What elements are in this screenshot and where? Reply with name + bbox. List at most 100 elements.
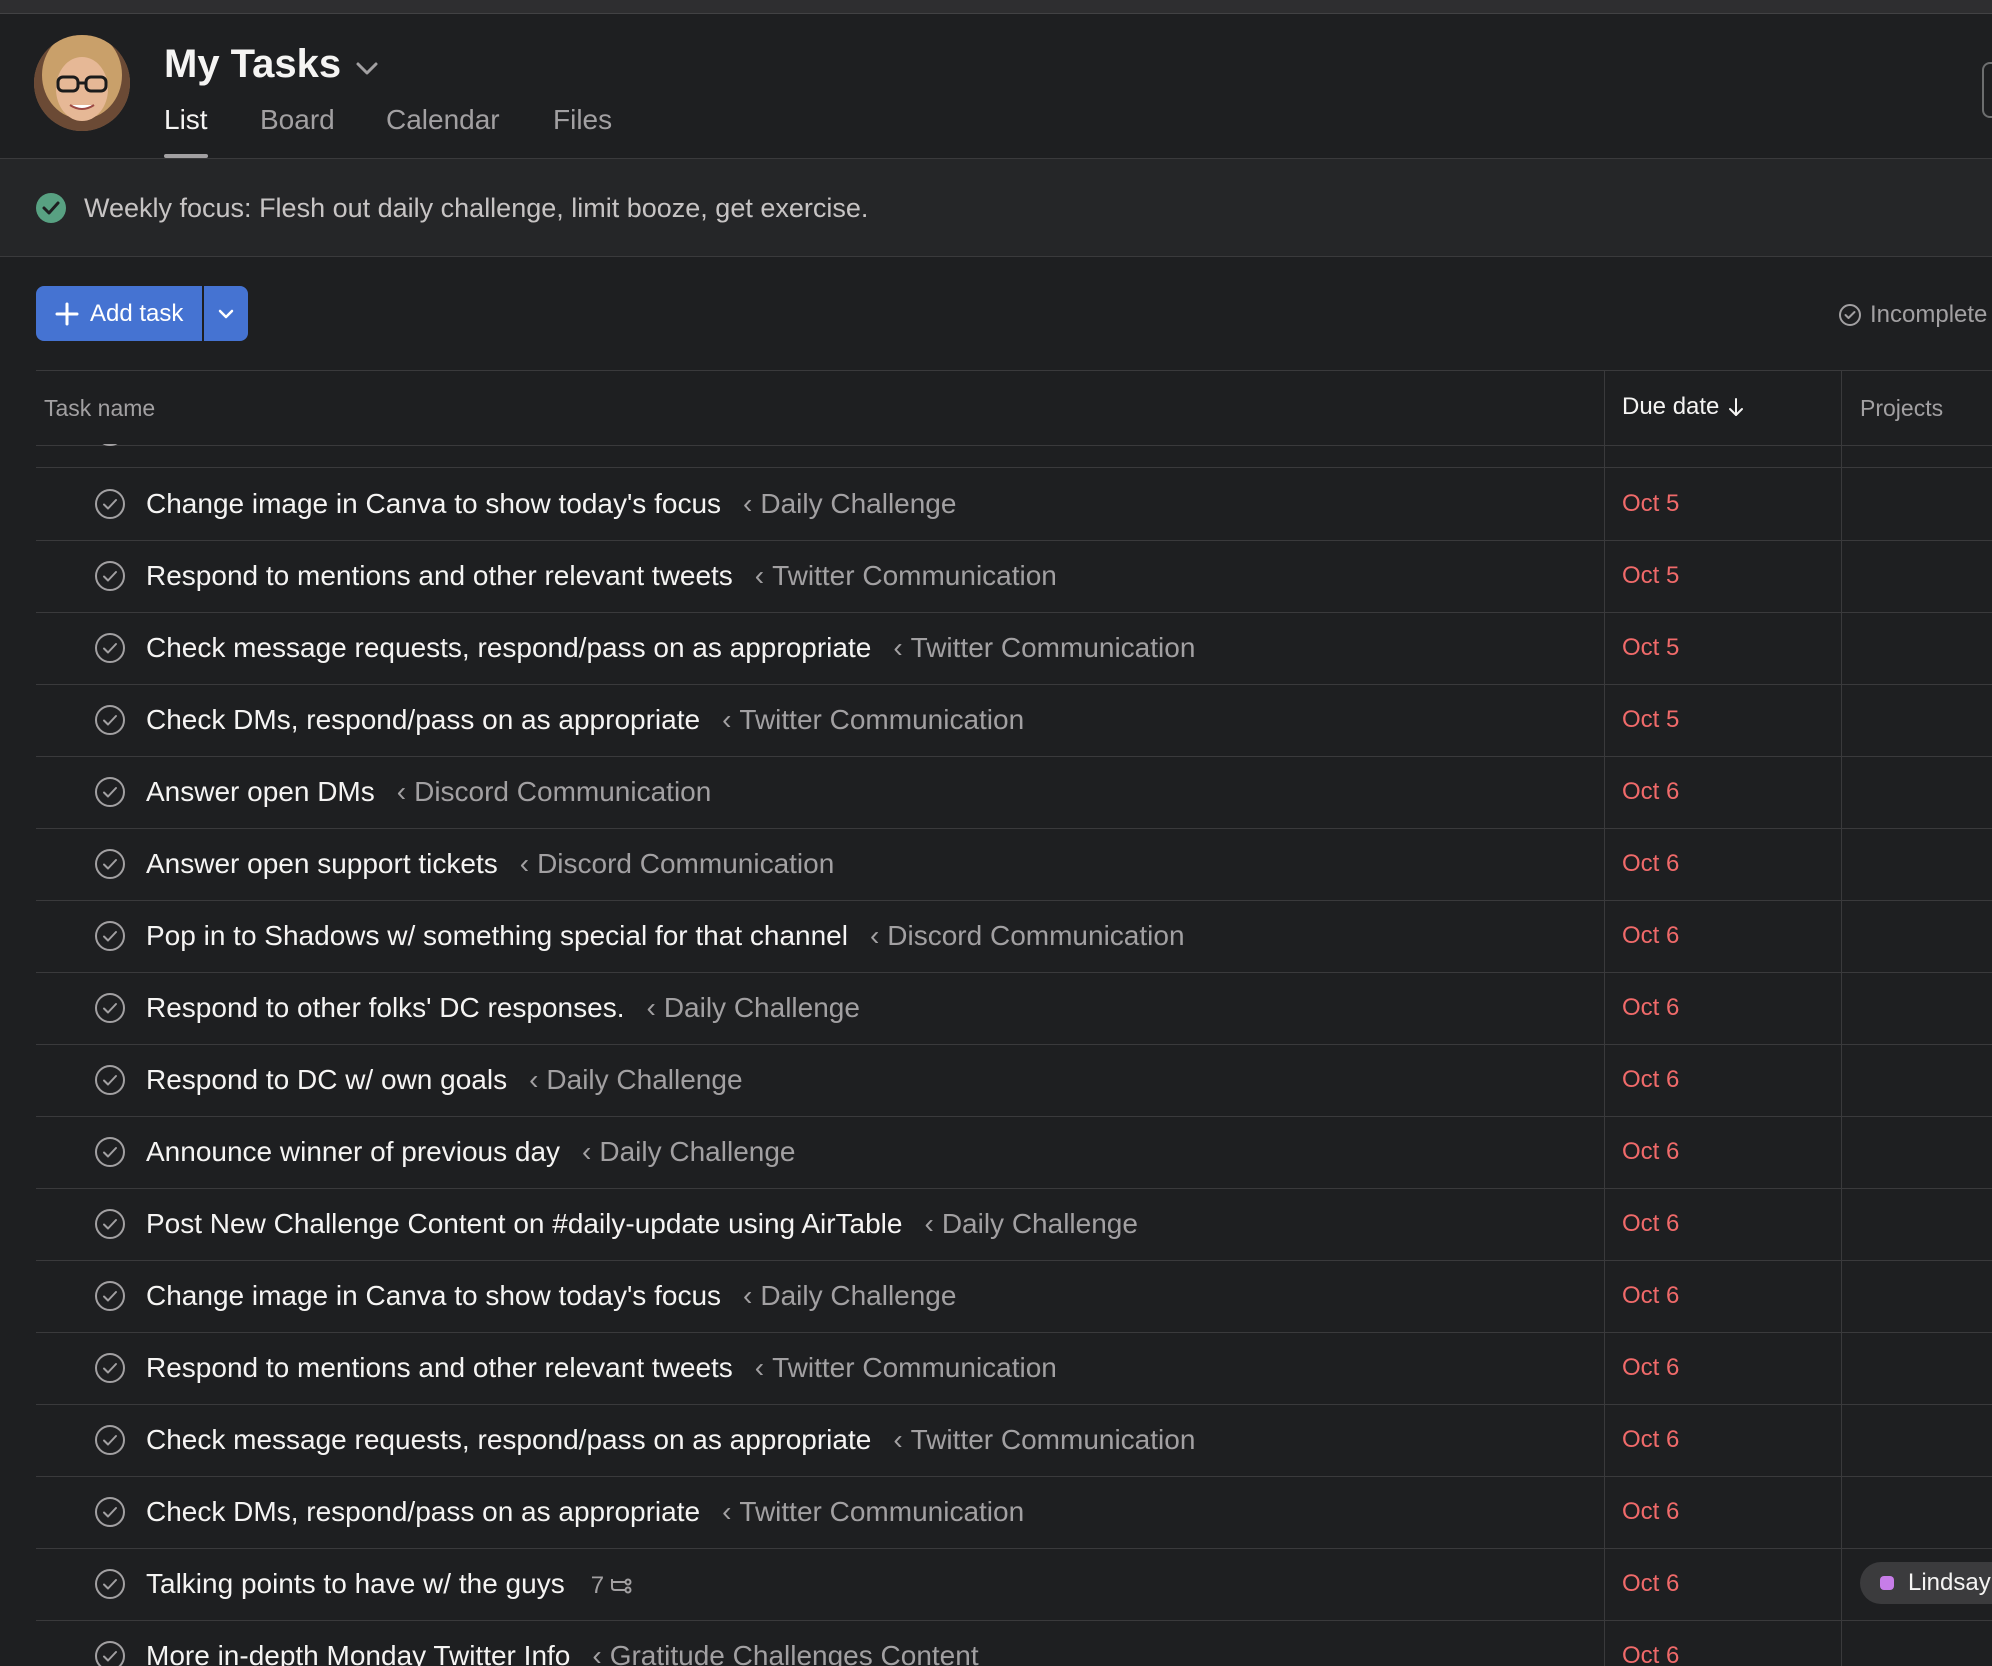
task-row[interactable]: Respond to DC w/ own goals ‹ Daily Challen…	[36, 1044, 1992, 1117]
task-name-cell[interactable]: Respond to other folks' DC responses. ‹ Da…	[146, 992, 860, 1024]
check-circle-icon[interactable]	[94, 1280, 126, 1312]
column-header-projects[interactable]: Projects	[1860, 395, 1943, 422]
parent-task-link[interactable]: ‹ Daily Challenge	[924, 1208, 1137, 1240]
parent-task-link[interactable]: ‹ Daily Challenge	[646, 992, 859, 1024]
add-task-button[interactable]: Add task	[36, 286, 202, 341]
avatar[interactable]	[34, 35, 130, 131]
task-name-cell[interactable]: Change image in Canva to show today's fo…	[146, 488, 956, 520]
check-circle-icon[interactable]	[94, 444, 126, 447]
task-name-cell[interactable]: Post New Challenge Content on #daily-upd…	[146, 1208, 1138, 1240]
parent-task-link[interactable]: ‹ Twitter Communication	[755, 560, 1057, 592]
task-name-cell[interactable]: Respond to mentions and other relevant t…	[146, 560, 1057, 592]
parent-task-link[interactable]: ‹ Discord Communication	[870, 920, 1185, 952]
due-date[interactable]: Oct 6	[1622, 1642, 1679, 1666]
parent-task-link[interactable]: ‹ Twitter Communication	[893, 1424, 1195, 1456]
task-name-cell[interactable]: Answer open support tickets ‹ Discord Comm…	[146, 848, 834, 880]
task-row[interactable]: Respond to other folks' DC responses. ‹ Da…	[36, 972, 1992, 1045]
check-circle-icon[interactable]	[94, 704, 126, 736]
task-row[interactable]: Change image in Canva to show today's fo…	[36, 1260, 1992, 1333]
chevron-down-icon[interactable]	[352, 54, 382, 84]
due-date[interactable]: Oct 6	[1622, 1570, 1679, 1598]
check-circle-icon[interactable]	[94, 488, 126, 520]
check-circle-icon[interactable]	[94, 1064, 126, 1096]
parent-task-link[interactable]: ‹ Gratitude Challenges Content	[592, 1640, 978, 1666]
task-row[interactable]: Change image in Canva to show today's fo…	[36, 468, 1992, 541]
task-row[interactable]: Pop in to Shadows w/ something special f…	[36, 900, 1992, 973]
parent-task-link[interactable]: ‹ Twitter Communication	[893, 632, 1195, 664]
project-tag[interactable]: Lindsay	[1860, 1562, 1992, 1604]
due-date[interactable]: Oct 6	[1622, 850, 1679, 878]
task-name-cell[interactable]: Check message requests, respond/pass on …	[146, 632, 1195, 664]
tab-list[interactable]: List	[164, 104, 208, 158]
task-name-cell[interactable]: Respond to DC w/ own goals ‹ Daily Challen…	[146, 1064, 743, 1096]
add-task-dropdown-button[interactable]	[204, 286, 248, 341]
subtask-count[interactable]: 7	[591, 1572, 632, 1600]
header-action-button[interactable]	[1982, 62, 1992, 118]
due-date[interactable]: Oct 5	[1622, 706, 1679, 734]
due-date[interactable]: Oct 5	[1622, 490, 1679, 518]
check-circle-icon[interactable]	[94, 848, 126, 880]
task-row[interactable]: Answer open DMs ‹ Discord Communication Oct…	[36, 756, 1992, 829]
check-circle-icon[interactable]	[94, 632, 126, 664]
incomplete-filter-button[interactable]: Incomplete	[1838, 301, 1987, 329]
parent-task-link[interactable]: ‹ Daily Challenge	[743, 1280, 956, 1312]
task-name-cell[interactable]: Talking points to have w/ the guys 7	[146, 1568, 632, 1600]
task-name-cell[interactable]: Change image in Canva to show today's fo…	[146, 1280, 956, 1312]
task-row[interactable]: Announce winner of previous day ‹ Daily Ch…	[36, 1116, 1992, 1189]
task-name-cell[interactable]: Check DMs, respond/pass on as appropriat…	[146, 704, 1024, 736]
tab-files[interactable]: Files	[553, 104, 612, 136]
check-circle-icon[interactable]	[94, 920, 126, 952]
due-date[interactable]: Oct 6	[1622, 1354, 1679, 1382]
parent-task-link[interactable]: ‹ Daily Challenge	[582, 1136, 795, 1168]
due-date[interactable]: Oct 5	[1622, 634, 1679, 662]
check-circle-icon[interactable]	[94, 1352, 126, 1384]
parent-task-link[interactable]: ‹ Twitter Communication	[722, 704, 1024, 736]
parent-task-link[interactable]: ‹ Discord Communication	[397, 776, 712, 808]
parent-task-link[interactable]: ‹ Daily Challenge	[743, 488, 956, 520]
tab-board[interactable]: Board	[260, 104, 335, 136]
task-row[interactable]: Check message requests, respond/pass on …	[36, 612, 1992, 685]
column-header-task-name[interactable]: Task name	[44, 395, 155, 422]
parent-task-link[interactable]: ‹ Twitter Communication	[722, 1496, 1024, 1528]
due-date[interactable]: Oct 6	[1622, 1426, 1679, 1454]
check-circle-icon[interactable]	[94, 1640, 126, 1666]
task-name-cell[interactable]: Check message requests, respond/pass on …	[146, 1424, 1195, 1456]
task-name-cell[interactable]: Check DMs, respond/pass on as appropriat…	[146, 1496, 1024, 1528]
task-row[interactable]: Check DMs, respond/pass on as appropriat…	[36, 684, 1992, 757]
tab-calendar[interactable]: Calendar	[386, 104, 500, 136]
check-circle-icon[interactable]	[94, 1208, 126, 1240]
check-circle-icon[interactable]	[94, 1496, 126, 1528]
due-date[interactable]: Oct 6	[1622, 1138, 1679, 1166]
task-row[interactable]: Talking points to have w/ the guys 7 Oct 6…	[36, 1548, 1992, 1621]
task-name-cell[interactable]: Respond to mentions and other relevant t…	[146, 1352, 1057, 1384]
due-date[interactable]: Oct 6	[1622, 1282, 1679, 1310]
due-date[interactable]: Oct 6	[1622, 1498, 1679, 1526]
task-row[interactable]: Post New Challenge Content on #daily-upd…	[36, 1188, 1992, 1261]
parent-task-link[interactable]: ‹ Discord Communication	[520, 848, 835, 880]
check-circle-icon[interactable]	[94, 560, 126, 592]
due-date[interactable]: Oct 6	[1622, 994, 1679, 1022]
task-row[interactable]: Answer open support tickets ‹ Discord Comm…	[36, 828, 1992, 901]
due-date[interactable]: Oct 6	[1622, 922, 1679, 950]
task-row[interactable]: Check message requests, respond/pass on …	[36, 1404, 1992, 1477]
task-name-cell[interactable]: More in-depth Monday Twitter Info ‹ Gratit…	[146, 1640, 979, 1666]
check-circle-icon[interactable]	[94, 992, 126, 1024]
check-circle-icon[interactable]	[94, 1424, 126, 1456]
task-row[interactable]: Respond to mentions and other relevant t…	[36, 540, 1992, 613]
due-date[interactable]: Oct 6	[1622, 778, 1679, 806]
task-name-cell[interactable]: Announce winner of previous day ‹ Daily Ch…	[146, 1136, 795, 1168]
weekly-focus-text[interactable]: Weekly focus: Flesh out daily challenge,…	[84, 193, 868, 224]
check-circle-icon[interactable]	[94, 1136, 126, 1168]
due-date[interactable]: Oct 5	[1622, 562, 1679, 590]
task-row[interactable]: Respond to mentions and other relevant t…	[36, 1332, 1992, 1405]
task-row-partial[interactable]	[36, 444, 1992, 468]
task-row[interactable]: Check DMs, respond/pass on as appropriat…	[36, 1476, 1992, 1549]
check-circle-icon[interactable]	[94, 1568, 126, 1600]
parent-task-link[interactable]: ‹ Daily Challenge	[529, 1064, 742, 1096]
check-circle-icon[interactable]	[94, 776, 126, 808]
column-header-due-date[interactable]: Due date	[1622, 393, 1747, 421]
due-date[interactable]: Oct 6	[1622, 1066, 1679, 1094]
task-name-cell[interactable]: Pop in to Shadows w/ something special f…	[146, 920, 1185, 952]
task-row[interactable]: More in-depth Monday Twitter Info ‹ Gratit…	[36, 1620, 1992, 1666]
task-name-cell[interactable]: Answer open DMs ‹ Discord Communication	[146, 776, 711, 808]
